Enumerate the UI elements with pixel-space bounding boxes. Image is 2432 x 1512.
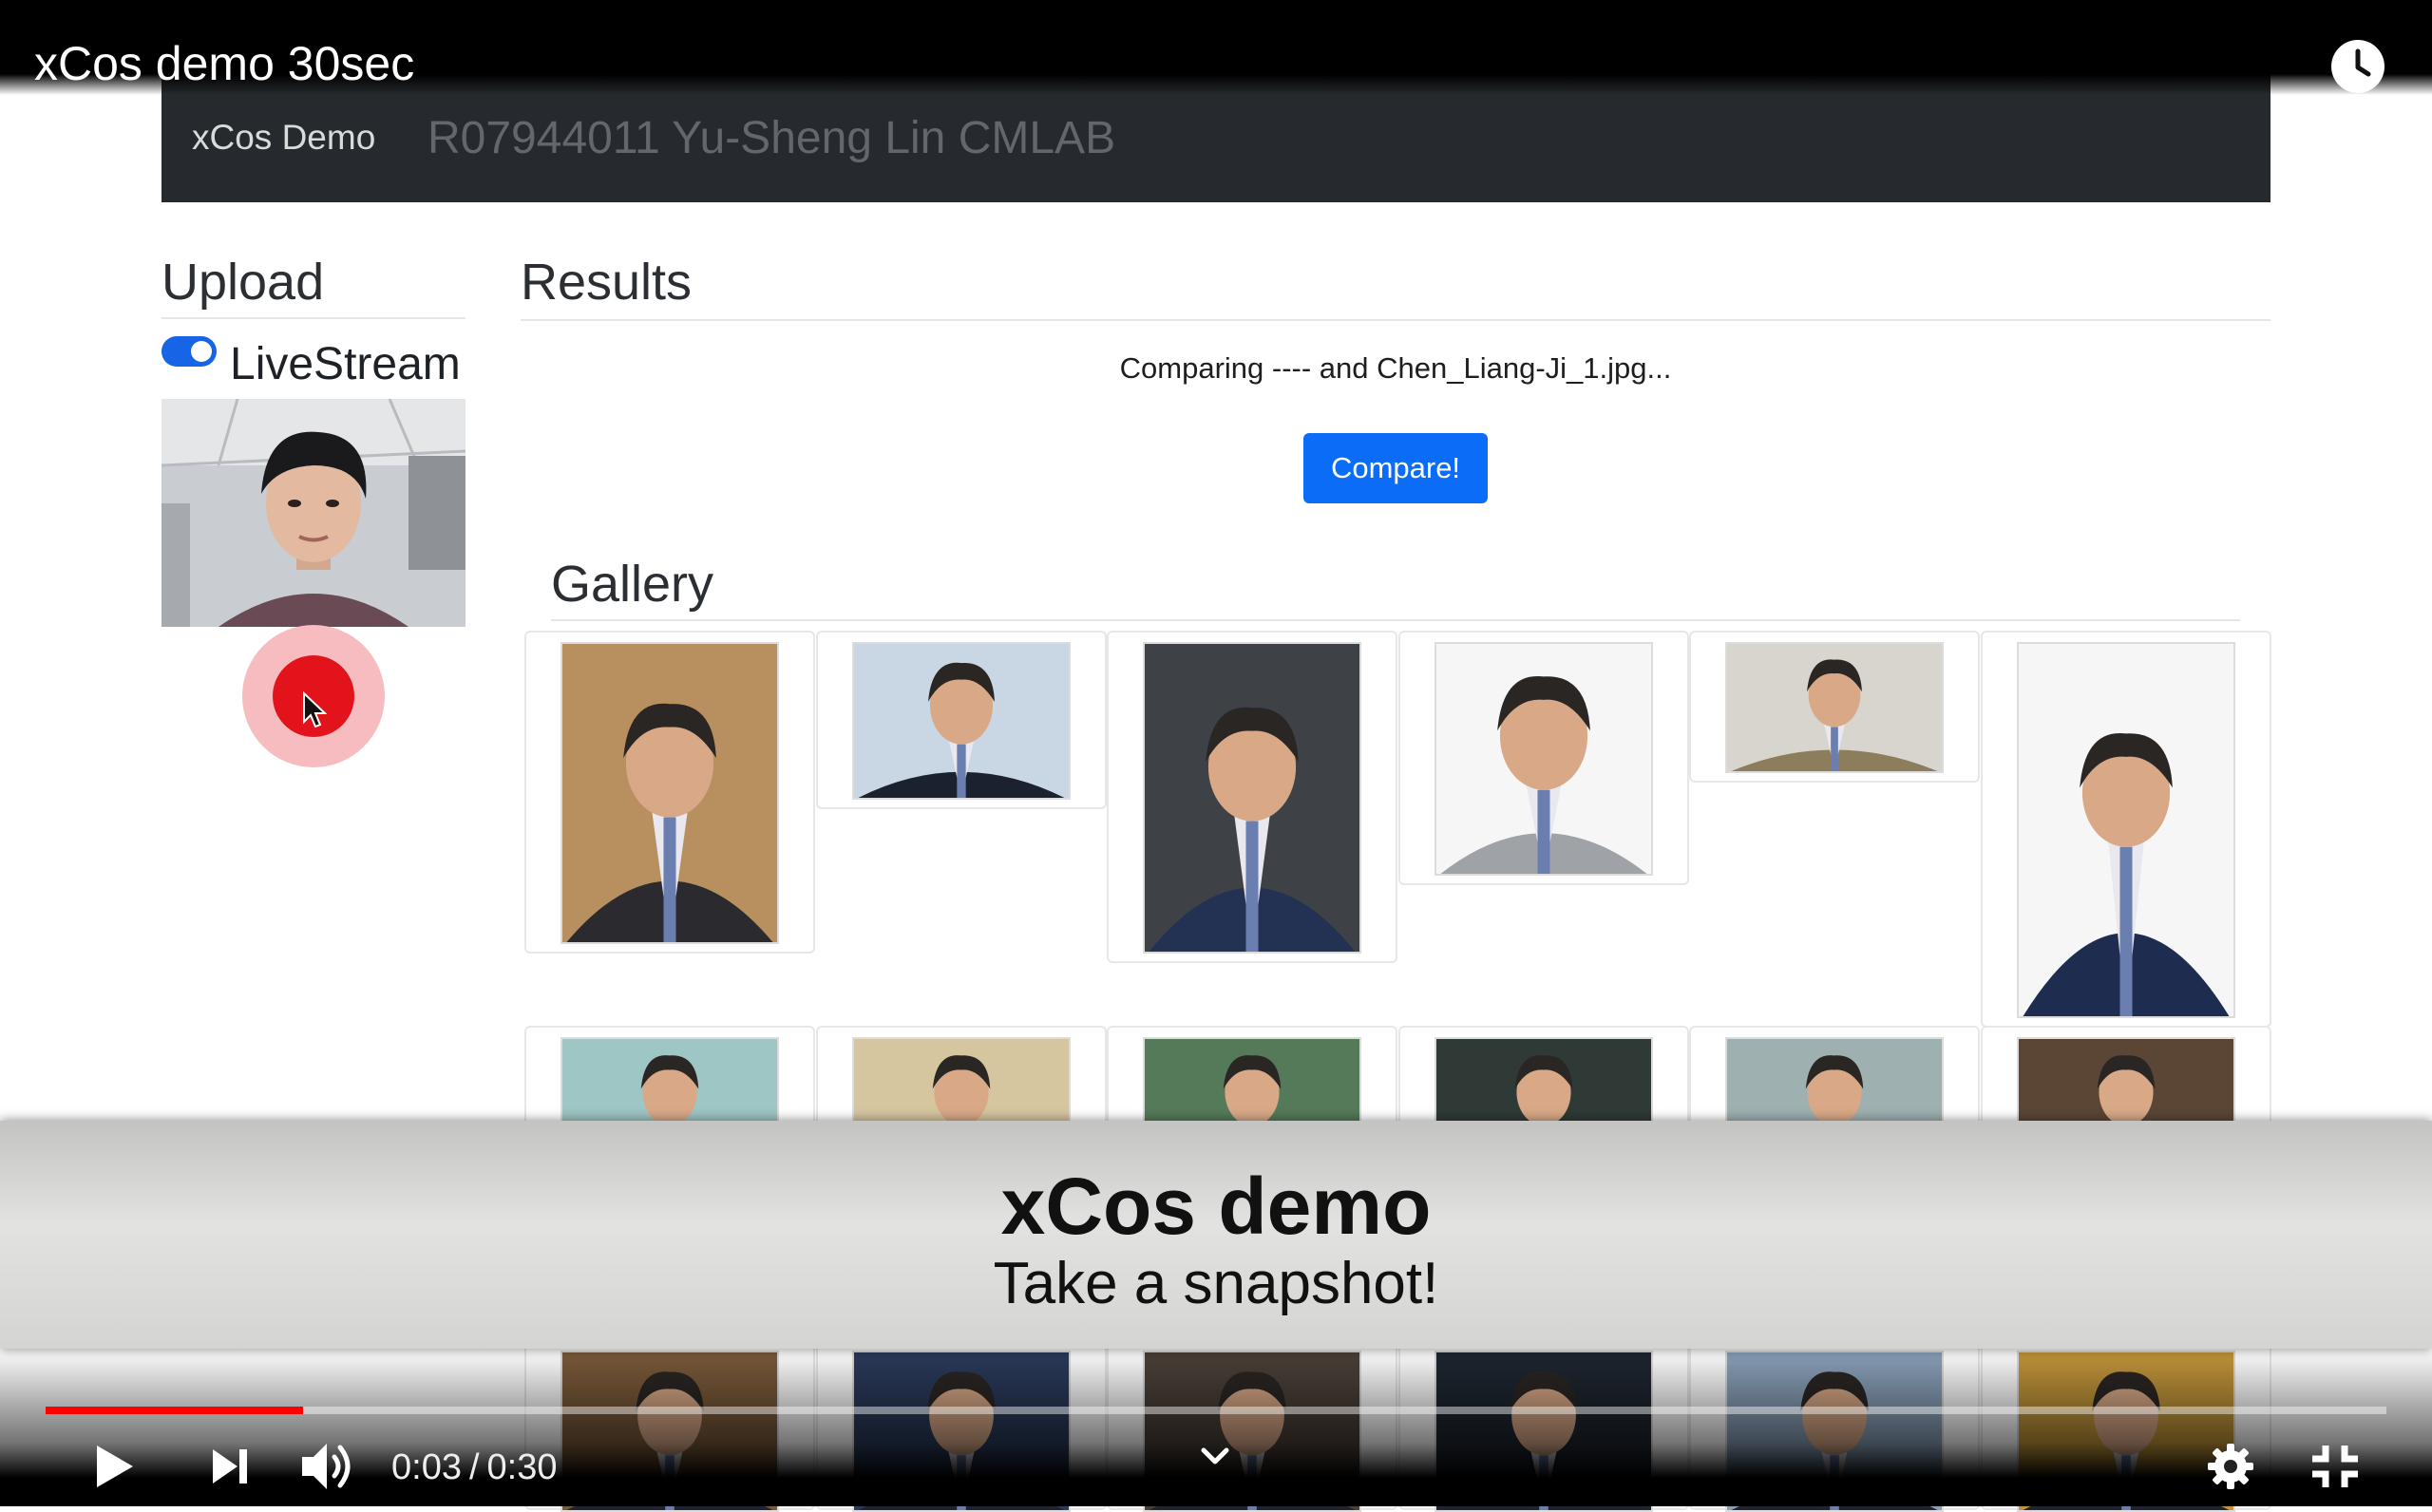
settings-gear-icon[interactable] xyxy=(2206,1442,2255,1491)
watch-later-clock-icon[interactable] xyxy=(2329,38,2386,95)
player-bottom-bar xyxy=(0,1349,2432,1506)
video-title[interactable]: xCos demo 30sec xyxy=(34,36,414,91)
gallery-photo xyxy=(560,642,779,944)
results-divider xyxy=(521,319,2270,321)
gallery-photo xyxy=(852,642,1071,800)
gallery-card[interactable] xyxy=(1398,631,1689,885)
toggle-knob xyxy=(191,341,212,362)
gallery-photo xyxy=(1725,642,1944,773)
current-time: 0:03 xyxy=(391,1447,462,1487)
caption-subtitle: Take a snapshot! xyxy=(993,1251,1439,1316)
webcam-preview xyxy=(162,399,466,627)
livestream-toggle[interactable] xyxy=(162,336,217,367)
time-display: 0:03/0:30 xyxy=(391,1447,558,1487)
chevron-down-icon[interactable] xyxy=(1201,1447,1229,1466)
gallery-heading: Gallery xyxy=(551,556,714,613)
gallery-photo xyxy=(1434,642,1653,876)
gallery-card[interactable] xyxy=(1981,631,2271,1028)
gallery-card[interactable] xyxy=(1107,631,1397,963)
gallery-photo xyxy=(2017,642,2235,1018)
play-icon[interactable] xyxy=(91,1442,137,1491)
gallery-photo xyxy=(1143,642,1361,954)
upload-divider xyxy=(162,317,466,319)
exit-fullscreen-icon[interactable] xyxy=(2308,1442,2362,1491)
upload-heading: Upload xyxy=(162,254,325,311)
volume-icon[interactable] xyxy=(298,1440,355,1493)
progress-bar[interactable] xyxy=(46,1407,2386,1414)
livestream-label: LiveStream xyxy=(230,339,461,389)
gallery-card[interactable] xyxy=(1689,631,1980,783)
results-heading: Results xyxy=(521,254,693,311)
next-icon[interactable] xyxy=(209,1446,251,1487)
mouse-cursor-icon xyxy=(303,691,327,728)
gallery-card[interactable] xyxy=(524,631,815,954)
comparison-status-text: Comparing ---- and Chen_Liang-Ji_1.jpg..… xyxy=(1119,351,1672,385)
compare-button[interactable]: Compare! xyxy=(1303,433,1488,503)
progress-bar-played xyxy=(46,1407,304,1414)
navbar-brand[interactable]: xCos Demo xyxy=(192,118,375,158)
navbar-author-text: R07944011 Yu-Sheng Lin CMLAB xyxy=(428,113,1116,163)
gallery-divider xyxy=(551,619,2240,621)
gallery-card[interactable] xyxy=(816,631,1107,809)
duration: 0:30 xyxy=(486,1447,558,1487)
caption-title: xCos demo xyxy=(1000,1162,1432,1251)
